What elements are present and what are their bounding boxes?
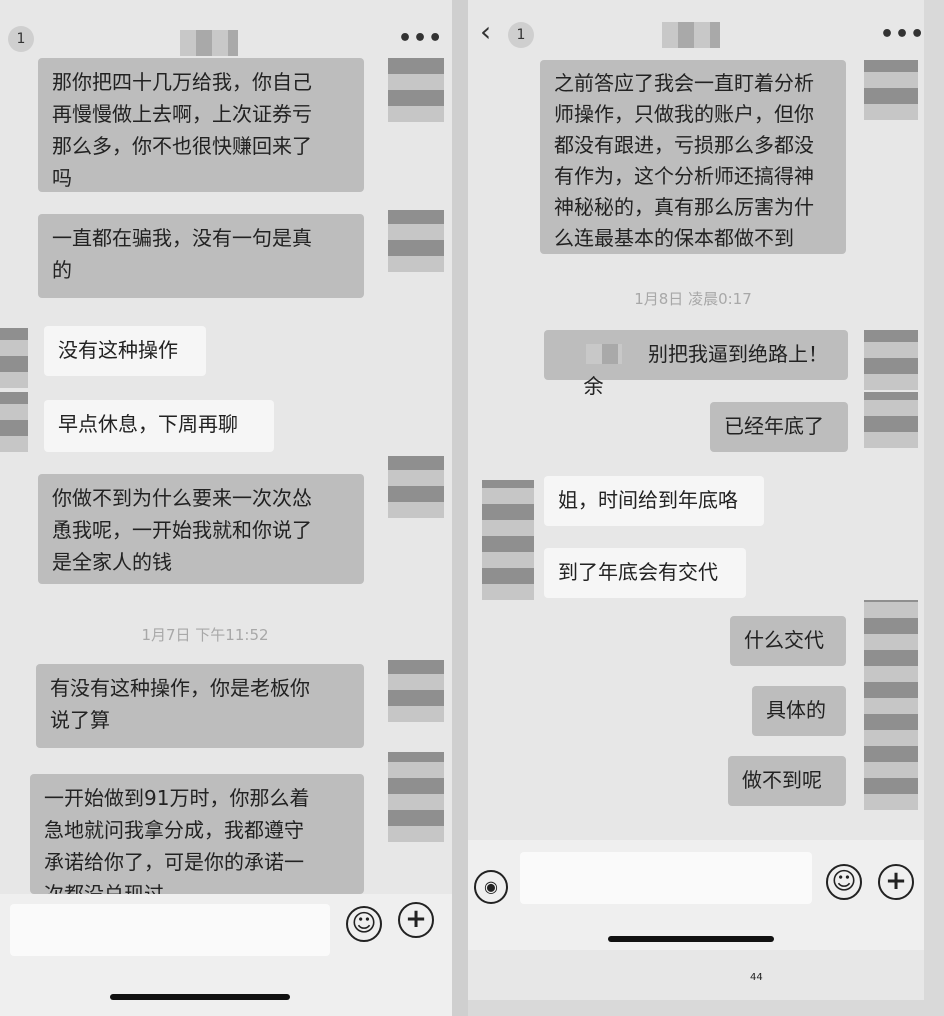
avatar[interactable] <box>864 600 918 810</box>
more-options-icon[interactable]: ••• <box>398 26 443 51</box>
plus-icon[interactable]: + <box>878 864 914 900</box>
home-indicator <box>110 994 290 1000</box>
unread-count-badge[interactable]: 1 <box>508 22 534 48</box>
message-bubble: 什么交代 <box>730 616 846 666</box>
message-bubble: 一直都在骗我，没有一句是真 的 <box>38 214 364 298</box>
avatar[interactable] <box>388 752 444 842</box>
avatar[interactable] <box>864 392 918 448</box>
input-bar: ☺ + <box>0 894 452 1016</box>
message-bubble: 你做不到为什么要来一次次怂 恿我呢，一开始我就和你说了 是全家人的钱 <box>38 474 364 584</box>
message-bubble: 有没有这种操作，你是老板你 说了算 <box>36 664 364 748</box>
avatar[interactable] <box>388 660 444 722</box>
message-bubble: 一开始做到91万时，你那么着 急地就问我拿分成，我都遵守 承诺给你了，可是你的承… <box>30 774 364 894</box>
message-text: 别把我逼到绝路上！ <box>648 342 828 366</box>
message-input[interactable] <box>10 904 330 956</box>
message-bubble: 那你把四十几万给我，你自己 再慢慢做上去啊，上次证券亏 那么多，你不也很快赚回来… <box>38 58 364 192</box>
voice-icon[interactable]: ◉ <box>474 870 508 904</box>
contact-name-redacted <box>662 22 720 48</box>
unread-count-badge[interactable]: 1 <box>8 26 34 52</box>
message-bubble: 没有这种操作 <box>44 326 206 376</box>
message-bubble: 已经年底了 <box>710 402 848 452</box>
chat-screen-left: 1 ••• 那你把四十几万给我，你自己 再慢慢做上去啊，上次证券亏 那么多，你不… <box>0 0 452 1016</box>
page-gutter <box>452 0 468 1016</box>
message-bubble: 做不到呢 <box>728 756 846 806</box>
home-indicator <box>608 936 774 942</box>
avatar[interactable] <box>388 456 444 518</box>
emoji-icon[interactable]: ☺ <box>346 906 382 942</box>
message-bubble: 姐，时间给到年底咯 <box>544 476 764 526</box>
avatar[interactable] <box>388 58 444 122</box>
message-timestamp: 1月7日 下午11:52 <box>141 626 269 644</box>
message-bubble: 早点休息，下周再聊 <box>44 400 274 452</box>
avatar[interactable] <box>482 480 534 600</box>
message-input[interactable] <box>520 852 812 904</box>
input-bar: ◉ ☺ + <box>468 840 924 950</box>
more-options-icon[interactable]: ••• <box>880 22 924 47</box>
message-bubble: 余 别把我逼到绝路上！ <box>544 330 848 398</box>
name-redacted <box>586 344 622 364</box>
message-bubble: 到了年底会有交代 <box>544 548 746 598</box>
message-bubble: 之前答应了我会一直盯着分析 师操作，只做我的账户，但你 都没有跟进，亏损那么多都… <box>540 60 846 254</box>
avatar[interactable] <box>864 60 918 120</box>
avatar[interactable] <box>0 328 28 388</box>
plus-icon[interactable]: + <box>398 902 434 938</box>
contact-name-redacted <box>180 30 238 56</box>
emoji-icon[interactable]: ☺ <box>826 864 862 900</box>
page-number: 44 <box>750 972 763 983</box>
avatar[interactable] <box>0 392 28 452</box>
message-timestamp: 1月8日 凌晨0:17 <box>634 290 752 308</box>
message-text: 余 <box>583 374 604 398</box>
chat-screen-right: ‹ 1 ••• 之前答应了我会一直盯着分析 师操作，只做我的账户，但你 都没有跟… <box>468 0 924 1000</box>
avatar[interactable] <box>864 330 918 390</box>
avatar[interactable] <box>388 210 444 272</box>
message-bubble: 具体的 <box>752 686 846 736</box>
back-icon[interactable]: ‹ <box>480 18 491 46</box>
